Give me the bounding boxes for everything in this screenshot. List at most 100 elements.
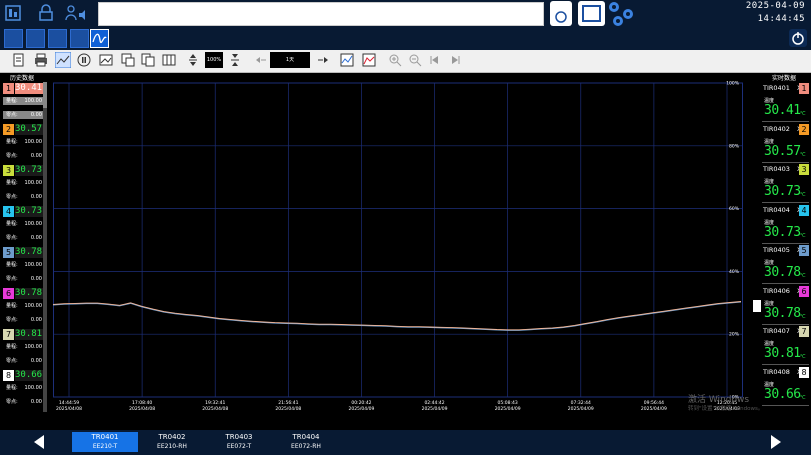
chart-compare-icon[interactable] (362, 53, 376, 67)
zero-label: 零点: (6, 317, 18, 323)
channel-tab[interactable]: TR0403 EE072-T (206, 432, 272, 452)
mode-display-button[interactable] (70, 29, 89, 48)
channel-value: 30.73 (15, 206, 43, 217)
document-icon[interactable] (12, 53, 26, 67)
history-channel[interactable]: 1 30.41 量程: 100.00 零点: 0.00 (3, 82, 43, 122)
zoom-out-icon[interactable] (408, 53, 422, 67)
scroll-right-icon[interactable] (316, 53, 330, 67)
channel-value: 30.41 (15, 83, 43, 94)
range-label: 量程: (6, 221, 18, 227)
previous-arrow-icon[interactable] (33, 435, 45, 449)
lock-icon[interactable] (38, 4, 54, 22)
channel-tab-name: TR0401 (91, 433, 119, 441)
zoom-in-icon[interactable] (388, 53, 402, 67)
channel-tab[interactable]: TR0402 EE210-RH (139, 432, 205, 452)
channel-number-badge: 2 (799, 123, 809, 135)
zero-value: 0.00 (30, 153, 42, 159)
x-tick-date: 2025/04/08 (202, 406, 228, 410)
last-page-icon[interactable] (448, 53, 462, 67)
channel-tab[interactable]: TR0401 EE210-T (72, 432, 138, 452)
channel-realtime-value: 30.81 (764, 346, 801, 361)
title-field[interactable] (98, 2, 544, 26)
trend-chart[interactable]: 0.000%20.0020%40.0040%60.0060%80.0080%10… (53, 80, 743, 410)
realtime-channel[interactable]: TIR0408X8温度30.66℃ (762, 366, 809, 406)
channel-name: TIR0402 (763, 124, 790, 133)
zoom-value[interactable]: 100% (205, 52, 223, 68)
x-tick-date: 2025/04/09 (641, 406, 667, 410)
zero-value: 0.00 (30, 235, 42, 241)
next-arrow-icon[interactable] (770, 435, 782, 449)
power-button[interactable] (789, 29, 807, 47)
x-tick-time: 09:56:44 (644, 400, 664, 406)
range-label: 量程: (6, 385, 18, 391)
history-channel[interactable]: 8 30.66 量程: 100.00 零点: 0.00 (3, 369, 43, 409)
history-channel[interactable]: 2 30.57 量程: 100.00 零点: 0.00 (3, 123, 43, 163)
export-image-icon[interactable] (121, 53, 135, 67)
x-tick-date: 2025/04/08 (56, 406, 82, 410)
first-page-icon[interactable] (428, 53, 442, 67)
channel-unit: ℃ (800, 354, 806, 360)
realtime-channel[interactable]: TIR0401X1温度30.41℃ (762, 82, 809, 122)
zero-label: 零点: (6, 235, 18, 241)
realtime-channel[interactable]: TIR0406X6温度30.78℃ (762, 285, 809, 325)
channel-unit: ℃ (800, 232, 806, 239)
realtime-channel[interactable]: TIR0405X5温度30.78℃ (762, 244, 809, 284)
zero-row: 零点: 0.00 (3, 234, 43, 242)
channel-tab[interactable]: TR0404 EE072-RH (273, 432, 339, 452)
history-channel[interactable]: 4 30.73 量程: 100.00 零点: 0.00 (3, 205, 43, 245)
mode-curve-button[interactable] (90, 29, 109, 48)
zoom-out-vertical-icon[interactable] (186, 53, 200, 67)
trend-view-icon[interactable] (55, 52, 71, 68)
chart-toolbar (0, 50, 811, 73)
realtime-channel[interactable]: TIR0403X3温度30.73℃ (762, 163, 809, 203)
channel-number-badge: 4 (3, 206, 14, 217)
zero-row: 零点: 0.00 (3, 152, 43, 160)
realtime-channel[interactable]: TIR0404X4温度30.73℃ (762, 204, 809, 244)
dashboard-icon[interactable] (5, 4, 21, 22)
range-value: 100.00 (24, 139, 43, 145)
zero-row: 零点: 0.00 (3, 111, 43, 119)
table-icon[interactable] (162, 53, 176, 67)
channel-number-badge: 7 (799, 326, 809, 337)
range-row: 量程: 100.00 (3, 138, 43, 146)
channel-realtime-value: 30.66 (764, 386, 801, 402)
history-channel[interactable]: 6 30.78 量程: 100.00 零点: 0.00 (3, 287, 43, 327)
mode-bar-chart-button[interactable] (4, 29, 23, 48)
chart-settings-icon[interactable] (340, 53, 354, 67)
x-tick-time: 17:08:40 (132, 400, 152, 406)
copy-icon[interactable] (141, 53, 155, 67)
zero-value: 0.00 (30, 276, 42, 282)
image-icon[interactable] (99, 53, 113, 67)
user-sound-icon[interactable] (64, 4, 88, 22)
range-value: 100.00 (24, 262, 43, 268)
channel-unit: ℃ (800, 151, 806, 158)
scroll-left-icon[interactable] (254, 53, 268, 67)
history-channel-list: 1 30.41 量程: 100.00 零点: 0.00 2 30.57 量程: 100.00 零点:… (3, 82, 43, 412)
realtime-channel[interactable]: TIR0407X7温度30.81℃ (762, 325, 809, 365)
channel-tab-model: EE072-RH (291, 443, 321, 450)
range-row: 量程: 100.00 (3, 179, 43, 187)
mode-move-button[interactable] (26, 29, 45, 48)
range-row: 量程: 100.00 (3, 302, 43, 310)
history-channel[interactable]: 5 30.78 量程: 100.00 零点: 0.00 (3, 246, 43, 286)
channel-value: 30.81 (15, 329, 43, 340)
channel-number-badge: 4 (799, 204, 809, 216)
history-channel[interactable]: 7 30.81 量程: 100.00 零点: 0.00 (3, 328, 43, 368)
history-scrollbar[interactable] (43, 82, 47, 412)
channel-number-badge: 3 (3, 165, 14, 176)
history-channel[interactable]: 3 30.73 量程: 100.00 零点: 0.00 (3, 164, 43, 204)
pause-icon[interactable] (77, 53, 91, 67)
cursor-marker[interactable] (753, 300, 761, 312)
print-icon[interactable] (34, 53, 48, 67)
channel-tab-name: TR0403 (225, 433, 253, 441)
zoom-in-vertical-icon[interactable] (228, 53, 242, 67)
x-tick-date: 2025/04/08 (275, 406, 301, 410)
channel-number-badge: 5 (3, 247, 14, 258)
mode-config-button[interactable] (48, 29, 67, 48)
history-scrollbar-thumb[interactable] (43, 82, 47, 108)
range-label: 量程: (6, 98, 18, 104)
range-value: 100.00 (24, 180, 43, 186)
zero-row: 零点: 0.00 (3, 357, 43, 365)
time-span-value[interactable]: 1天 (270, 52, 310, 68)
realtime-channel[interactable]: TIR0402X2温度30.57℃ (762, 123, 809, 163)
